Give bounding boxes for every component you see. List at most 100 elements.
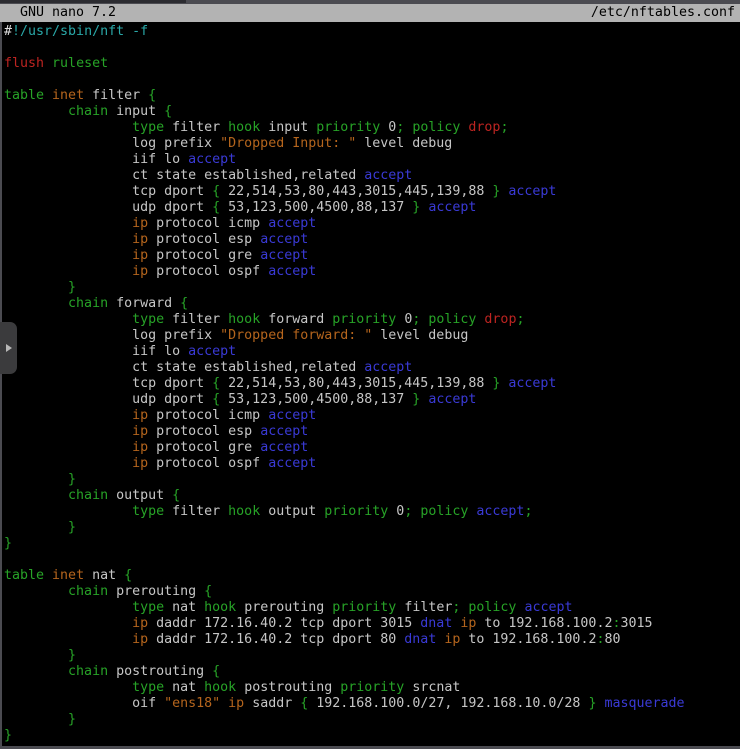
code-token: accept — [428, 200, 476, 215]
code-token — [4, 472, 68, 487]
code-token: type — [132, 504, 164, 519]
code-line: table inet filter { — [4, 88, 740, 104]
code-token: !/usr/sbin/nft -f — [12, 24, 148, 39]
code-token — [4, 664, 68, 679]
code-token: ip — [132, 264, 148, 279]
file-path-label: /etc/nftables.conf — [591, 4, 735, 22]
code-token: udp dport — [4, 392, 212, 407]
code-token: hook — [204, 600, 236, 615]
code-token: priority — [324, 504, 388, 519]
code-token: accept — [428, 392, 476, 407]
code-line — [4, 40, 740, 56]
code-token: ip — [132, 408, 148, 423]
code-token: type — [132, 680, 164, 695]
code-token: accept — [260, 424, 308, 439]
code-token: policy — [468, 600, 516, 615]
code-token: drop — [484, 312, 516, 327]
code-token: tcp dport — [4, 184, 212, 199]
code-token: tcp dport — [4, 376, 212, 391]
code-token: ip — [132, 456, 148, 471]
code-line: oif "ens18" ip saddr { 192.168.100.0/27,… — [4, 696, 740, 712]
code-token: level debug — [372, 328, 468, 343]
code-token: protocol icmp — [148, 216, 268, 231]
code-token — [4, 584, 68, 599]
code-line: type filter hook output priority 0; poli… — [4, 504, 740, 520]
code-token: ; — [500, 120, 508, 135]
code-token — [4, 456, 132, 471]
editor-area[interactable]: #!/usr/sbin/nft -fflush rulesettable ine… — [0, 24, 740, 749]
code-line: type filter hook forward priority 0; pol… — [4, 312, 740, 328]
code-token — [4, 424, 132, 439]
code-token: accept — [524, 600, 572, 615]
code-line: ip protocol ospf accept — [4, 456, 740, 472]
code-token: { — [148, 88, 156, 103]
nano-version-label: GNU nano 7.2 — [20, 4, 116, 22]
code-line: ip daddr 172.16.40.2 tcp dport 80 dnat i… — [4, 632, 740, 648]
code-line: } — [4, 520, 740, 536]
code-line: } — [4, 536, 740, 552]
code-token: { — [180, 296, 188, 311]
code-token: 80 — [604, 632, 620, 647]
code-token: table — [4, 568, 44, 583]
code-line: tcp dport { 22,514,53,80,443,3015,445,13… — [4, 184, 740, 200]
code-token: protocol gre — [148, 440, 260, 455]
code-token: protocol icmp — [148, 408, 268, 423]
code-token: policy — [412, 120, 460, 135]
code-token — [4, 712, 68, 727]
code-line: ct state established,related accept — [4, 168, 740, 184]
code-token: saddr — [244, 696, 300, 711]
code-token: ip — [132, 248, 148, 263]
code-token: ip — [132, 632, 148, 647]
code-token: "ens18" — [164, 696, 220, 711]
code-token: 0 — [388, 504, 404, 519]
code-line: } — [4, 728, 740, 744]
code-token: dnat — [420, 616, 452, 631]
code-token: } — [68, 472, 76, 487]
code-token: forward — [108, 296, 180, 311]
code-token: { — [212, 184, 220, 199]
code-line: ip daddr 172.16.40.2 tcp dport 3015 dnat… — [4, 616, 740, 632]
code-token: priority — [332, 312, 396, 327]
code-token: ; — [524, 504, 532, 519]
code-line: flush ruleset — [4, 56, 740, 72]
code-token: accept — [268, 216, 316, 231]
code-token: chain — [68, 664, 108, 679]
code-line: ip protocol gre accept — [4, 248, 740, 264]
code-token: priority — [340, 680, 404, 695]
code-token: postrouting — [108, 664, 212, 679]
code-line: udp dport { 53,123,500,4500,88,137 } acc… — [4, 392, 740, 408]
code-token — [4, 648, 68, 663]
window-top-strip-dark-segment — [0, 0, 186, 3]
code-token: 0 — [396, 312, 412, 327]
code-token: table — [4, 88, 44, 103]
code-token: } — [4, 728, 12, 743]
code-token: nat — [164, 600, 204, 615]
code-token: ip — [460, 616, 476, 631]
code-token: accept — [268, 264, 316, 279]
code-token: priority — [316, 120, 380, 135]
code-line: chain forward { — [4, 296, 740, 312]
sidebar-toggle-handle[interactable] — [0, 322, 17, 374]
code-token — [4, 248, 132, 263]
code-token: flush — [4, 56, 44, 71]
code-line: log prefix "Dropped forward: " level deb… — [4, 328, 740, 344]
code-token: daddr 172.16.40.2 tcp dport 80 — [148, 632, 404, 647]
code-token: protocol gre — [148, 248, 260, 263]
code-token: ip — [132, 440, 148, 455]
code-line: ct state established,related accept — [4, 360, 740, 376]
code-token: inet — [52, 568, 84, 583]
code-token: chain — [68, 104, 108, 119]
code-line: table inet nat { — [4, 568, 740, 584]
code-token: 53,123,500,4500,88,137 — [220, 200, 412, 215]
code-token — [4, 488, 68, 503]
code-token: nat — [164, 680, 204, 695]
code-token: postrouting — [236, 680, 340, 695]
code-token — [4, 600, 132, 615]
code-token: ip — [228, 696, 244, 711]
code-token: } — [4, 536, 12, 551]
code-token: policy — [420, 504, 468, 519]
code-token: 22,514,53,80,443,3015,445,139,88 — [220, 184, 492, 199]
code-token — [4, 264, 132, 279]
code-token: drop — [468, 120, 500, 135]
code-token: protocol ospf — [148, 264, 268, 279]
